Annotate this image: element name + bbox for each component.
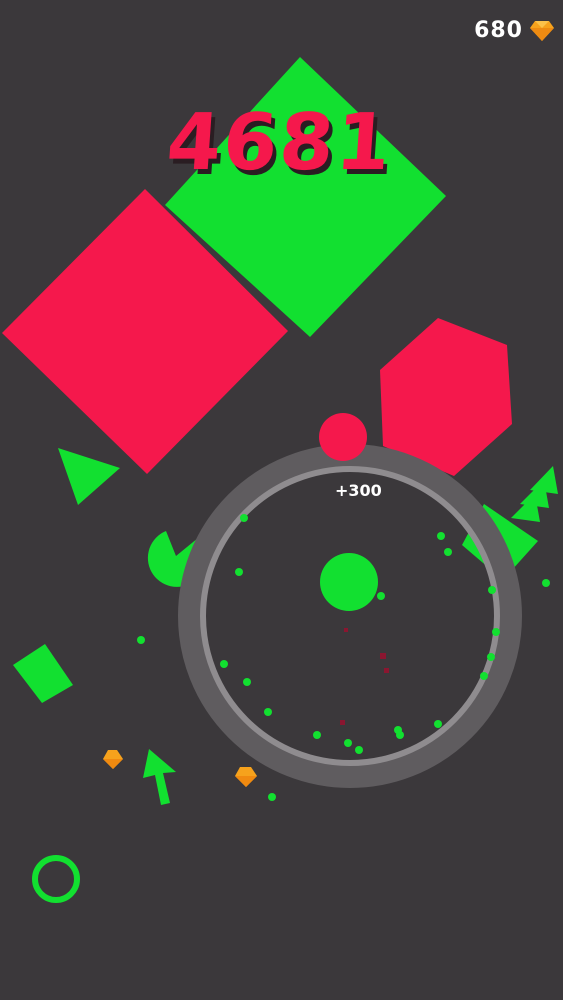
gem-icon <box>103 750 123 769</box>
orbit-ring-inner <box>200 466 500 766</box>
orbit-ring-outer <box>178 444 522 788</box>
gem-icon <box>235 767 257 787</box>
player-ball[interactable] <box>320 553 378 611</box>
green-triangle <box>58 448 120 505</box>
green-square-left <box>13 644 73 703</box>
score-display: 4681 <box>163 98 396 188</box>
green-ring <box>32 855 80 903</box>
gem-icon <box>530 20 554 41</box>
arrow-up-icon <box>143 749 176 805</box>
bonus-popup: +300 <box>335 481 382 500</box>
gem-counter: 680 <box>474 18 555 43</box>
red-ball <box>319 413 367 461</box>
gem-count-value: 680 <box>474 18 523 43</box>
red-particles <box>340 628 389 725</box>
tree-icon <box>511 466 558 522</box>
